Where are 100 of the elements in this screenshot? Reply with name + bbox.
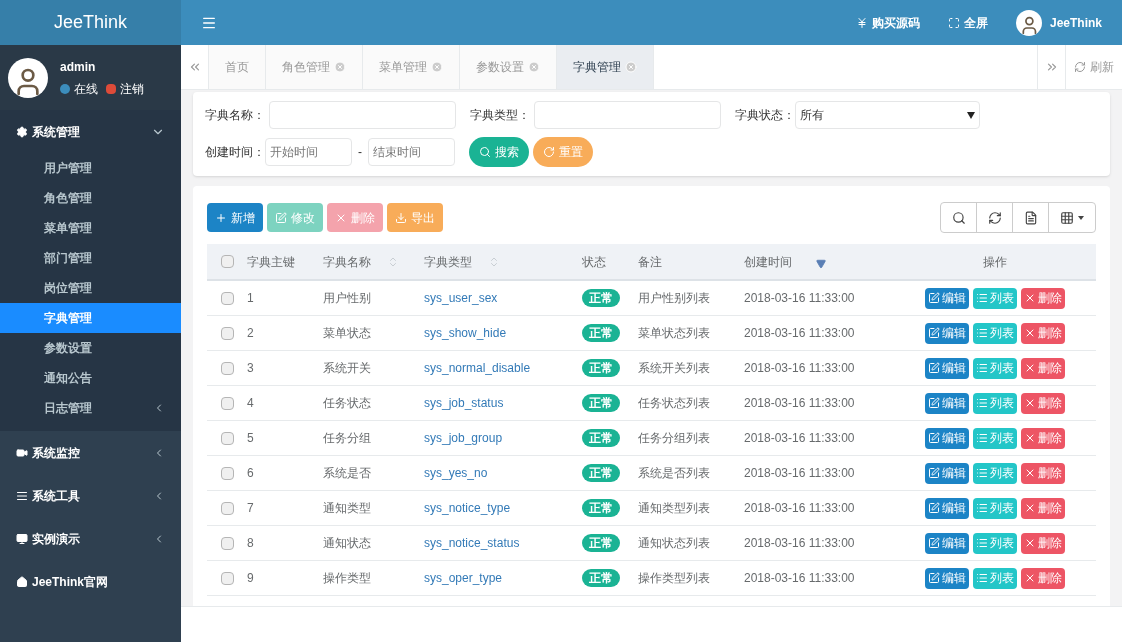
start-time-field[interactable]: 开始时间: [265, 138, 352, 166]
close-tab-icon[interactable]: [431, 61, 443, 73]
list-button[interactable]: 列表: [973, 392, 1017, 414]
delete-button[interactable]: 删除: [1021, 497, 1065, 519]
edit-button[interactable]: 编辑: [925, 462, 969, 484]
plus-icon: [215, 211, 227, 224]
fullscreen-link[interactable]: 全屏: [947, 13, 988, 32]
delete-button[interactable]: 删除: [1021, 322, 1065, 344]
pencil-square-icon: [928, 397, 940, 409]
end-time-field[interactable]: 结束时间: [368, 138, 455, 166]
dict-type-link[interactable]: sys_oper_type: [424, 571, 503, 585]
status-badge: 正常: [582, 569, 620, 587]
dict-type-link[interactable]: sys_yes_no: [424, 466, 488, 480]
list-button[interactable]: 列表: [973, 532, 1017, 554]
row-checkbox[interactable]: [220, 501, 234, 515]
close-tab-icon[interactable]: [625, 61, 637, 73]
delete-button[interactable]: 删除: [1021, 392, 1065, 414]
table-cell: 通知状态: [323, 536, 371, 550]
name-input-field[interactable]: [269, 101, 456, 129]
user-name[interactable]: JeeThink: [1049, 13, 1102, 32]
edit-button[interactable]: 编辑: [925, 322, 969, 344]
row-checkbox[interactable]: [220, 431, 234, 445]
type-input-field[interactable]: [534, 101, 721, 129]
refresh-icon: [543, 146, 555, 158]
delete-button[interactable]: 删除: [1021, 427, 1065, 449]
row-checkbox[interactable]: [220, 536, 234, 550]
sidebar-submenu-item[interactable]: 角色管理: [0, 183, 181, 213]
list-icon: [976, 432, 988, 444]
add-button[interactable]: 新增: [207, 203, 263, 232]
sidebar-link[interactable]: JeeThink官网: [0, 560, 181, 603]
sidebar-submenu-item[interactable]: 字典管理: [0, 303, 181, 333]
sort-icon[interactable]: [488, 255, 500, 268]
dict-type-link[interactable]: sys_job_status: [424, 396, 504, 410]
list-button[interactable]: 列表: [973, 357, 1017, 379]
page-tab[interactable]: 首页: [209, 45, 266, 89]
edit-button[interactable]: 编辑: [925, 567, 969, 589]
edit-button[interactable]: 编辑: [925, 357, 969, 379]
edit-button[interactable]: 编辑: [925, 532, 969, 554]
dict-type-link[interactable]: sys_user_sex: [424, 291, 498, 305]
list-button[interactable]: 列表: [973, 567, 1017, 589]
sidebar-menu-item[interactable]: 实例演示: [0, 517, 181, 560]
refresh-button[interactable]: 刷新: [1065, 45, 1122, 89]
row-checkbox[interactable]: [220, 396, 234, 410]
logout-link[interactable]: 注销: [106, 79, 144, 98]
dict-type-link[interactable]: sys_notice_type: [424, 501, 511, 515]
delete-button[interactable]: 删除: [1021, 532, 1065, 554]
row-checkbox[interactable]: [220, 466, 234, 480]
pencil-square-icon: [928, 572, 940, 584]
sort-descending-icon[interactable]: [816, 258, 826, 269]
table-cell: 2018-03-16 11:33:00: [744, 501, 855, 515]
search-button[interactable]: 搜索: [469, 137, 529, 167]
sidebar-submenu-item[interactable]: 日志管理: [0, 393, 181, 423]
sidebar-menu-item[interactable]: 系统工具: [0, 474, 181, 517]
video-camera-icon: [16, 446, 28, 459]
row-checkbox[interactable]: [220, 326, 234, 340]
sidebar-submenu-item[interactable]: 用户管理: [0, 153, 181, 183]
delete-button[interactable]: 删除: [1021, 567, 1065, 589]
table-cell: 任务分组: [323, 431, 371, 445]
list-button[interactable]: 列表: [973, 497, 1017, 519]
sidebar-submenu-item[interactable]: 部门管理: [0, 243, 181, 273]
sidebar-submenu-item[interactable]: 菜单管理: [0, 213, 181, 243]
sidebar-menu-item[interactable]: 系统管理: [0, 110, 181, 153]
sidebar-submenu-item[interactable]: 参数设置: [0, 333, 181, 363]
dict-type-link[interactable]: sys_normal_disable: [424, 361, 531, 375]
page-tab[interactable]: 参数设置: [460, 45, 557, 89]
list-button[interactable]: 列表: [973, 322, 1017, 344]
list-button[interactable]: 列表: [973, 287, 1017, 309]
edit-button[interactable]: 编辑: [925, 392, 969, 414]
close-tab-icon[interactable]: [334, 61, 346, 73]
dict-type-link[interactable]: sys_show_hide: [424, 326, 507, 340]
select-all-checkbox[interactable]: [220, 255, 234, 268]
row-checkbox[interactable]: [220, 291, 234, 305]
edit-button[interactable]: 编辑: [925, 287, 969, 309]
delete-button[interactable]: 删除: [1021, 357, 1065, 379]
page-tab[interactable]: 字典管理: [557, 45, 654, 89]
row-checkbox[interactable]: [220, 571, 234, 585]
status-select[interactable]: 所有: [795, 101, 980, 129]
delete-button[interactable]: 删除: [1021, 287, 1065, 309]
edit-button[interactable]: 编辑: [925, 497, 969, 519]
sidebar-submenu-item[interactable]: 通知公告: [0, 363, 181, 393]
column-header[interactable]: 字典类型: [424, 252, 472, 271]
dict-type-link[interactable]: sys_notice_status: [424, 536, 520, 550]
column-header[interactable]: 创建时间: [744, 252, 792, 271]
close-tab-icon[interactable]: [528, 61, 540, 73]
row-checkbox[interactable]: [220, 361, 234, 375]
refresh-icon: [1074, 61, 1086, 73]
dict-type-link[interactable]: sys_job_group: [424, 431, 503, 445]
list-button[interactable]: 列表: [973, 427, 1017, 449]
sort-icon[interactable]: [387, 255, 399, 268]
buy-source-link[interactable]: 购买源码: [855, 13, 920, 32]
list-button[interactable]: 列表: [973, 462, 1017, 484]
sidebar-menu-item[interactable]: 系统监控: [0, 431, 181, 474]
list-icon: [976, 572, 988, 584]
delete-button[interactable]: 删除: [1021, 462, 1065, 484]
pencil-square-icon: [928, 362, 940, 374]
sidebar-submenu-item[interactable]: 岗位管理: [0, 273, 181, 303]
page-tab[interactable]: 菜单管理: [363, 45, 460, 89]
edit-button[interactable]: 编辑: [925, 427, 969, 449]
page-tab[interactable]: 角色管理: [266, 45, 363, 89]
column-header[interactable]: 字典名称: [323, 252, 371, 271]
